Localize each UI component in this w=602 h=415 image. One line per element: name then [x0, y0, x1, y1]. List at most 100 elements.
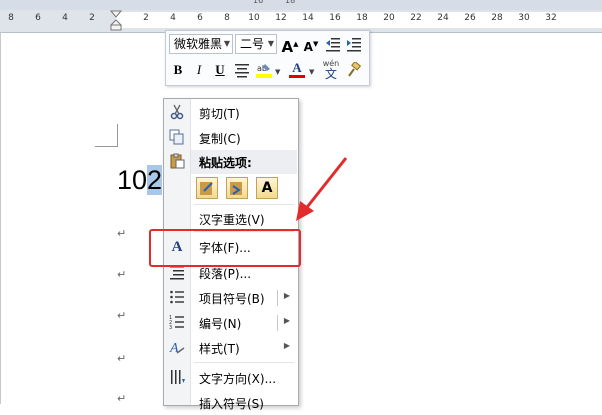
grow-font-button[interactable]: A▲	[280, 34, 300, 56]
paste-keep-formatting-button[interactable]	[196, 177, 218, 199]
chevron-down-icon[interactable]: ▼	[275, 68, 280, 76]
grow-font-icon: A▲	[281, 38, 299, 56]
ruler-number: 18	[356, 13, 368, 23]
center-align-button[interactable]	[232, 60, 252, 80]
menu-separator	[194, 204, 294, 205]
ruler-number: 6	[35, 13, 41, 23]
ruler-number: 6	[197, 13, 203, 23]
ruler-number: 20	[383, 13, 395, 23]
menu-item-insert-symbol[interactable]: 插入符号(S)	[164, 391, 298, 415]
highlight-annotation-box	[149, 229, 301, 267]
underline-button[interactable]: U	[210, 60, 230, 80]
red-arrow-icon	[296, 157, 348, 221]
indent-marker-icon[interactable]	[110, 10, 122, 32]
increase-indent-button[interactable]	[344, 34, 364, 54]
ruler-number: 4	[62, 13, 68, 23]
chevron-down-icon[interactable]: ▼	[309, 68, 314, 76]
paragraph-mark: ↵	[117, 268, 127, 281]
menu-item-bullets[interactable]: 项目符号(B) ▶	[164, 286, 298, 310]
highlight-button[interactable]: ab	[254, 60, 274, 80]
ruler-number: 12	[275, 13, 287, 23]
paste-text-only-letter: A	[261, 180, 273, 196]
ruler-number: 8	[8, 13, 14, 23]
split-divider	[277, 290, 278, 306]
ruler-number: 10	[248, 13, 260, 23]
font-name-value: 微软雅黑	[174, 37, 223, 51]
menu-item-text-direction[interactable]: 文字方向(X)...	[164, 366, 298, 390]
menu-separator	[194, 362, 294, 363]
bold-button[interactable]: B	[168, 60, 188, 80]
document-text[interactable]: 102	[117, 164, 163, 196]
phonetic-guide-button[interactable]: wén 文	[321, 58, 341, 81]
page-corner-mark	[95, 124, 118, 147]
selected-text[interactable]: 2	[147, 165, 163, 195]
menu-item-label: 文字方向(X)...	[199, 372, 277, 386]
menu-item-numbering[interactable]: 123 编号(N) ▶	[164, 311, 298, 335]
paragraph-mark: ↵	[117, 392, 127, 405]
font-color-bar	[289, 75, 305, 78]
paragraph-mark: ↵	[117, 309, 127, 322]
menu-item-reconvert[interactable]: 汉字重选(V)	[164, 207, 298, 231]
submenu-arrow-icon[interactable]: ▶	[284, 341, 290, 350]
shrink-font-button[interactable]: A▼	[301, 34, 321, 54]
chevron-down-icon: ▼	[267, 39, 274, 48]
menu-item-label: 复制(C)	[199, 132, 241, 146]
scissors-icon	[168, 104, 186, 122]
paste-merge-formatting-button[interactable]	[226, 177, 248, 199]
ruler-number: 8	[224, 13, 230, 23]
italic-button[interactable]: I	[189, 60, 209, 80]
mini-toolbar: 微软雅黑 ▼ 二号 ▼ A▲ A▼ B I U ab ▼ A ▼ wén 文	[165, 30, 370, 86]
format-painter-button[interactable]	[344, 60, 364, 80]
paragraph-mark: ↵	[117, 352, 127, 365]
top-ruler-number: 16	[253, 0, 264, 5]
ruler-number: 2	[143, 13, 149, 23]
ruler-number: 26	[464, 13, 476, 23]
text-direction-icon	[168, 369, 186, 387]
ruler-number: 14	[302, 13, 314, 23]
copy-icon	[168, 129, 186, 147]
text-unselected: 10	[117, 165, 148, 195]
split-divider	[277, 315, 278, 331]
ruler-number: 24	[437, 13, 449, 23]
menu-item-label: 段落(P)...	[199, 267, 252, 281]
font-size-combo[interactable]: 二号 ▼	[235, 34, 277, 54]
ruler-number: 16	[329, 13, 341, 23]
styles-icon: A	[168, 339, 186, 357]
font-color-letter: A	[292, 60, 302, 75]
menu-item-paste-options: 粘贴选项:	[164, 150, 298, 174]
submenu-arrow-icon[interactable]: ▶	[284, 316, 290, 325]
menu-item-styles[interactable]: A 样式(T) ▶	[164, 336, 298, 360]
paste-text-only-button[interactable]: A	[256, 177, 278, 199]
menu-item-cut[interactable]: 剪切(T)	[164, 101, 298, 125]
bullets-icon	[168, 289, 186, 307]
ruler-number: 28	[491, 13, 503, 23]
ruler-number: 2	[89, 13, 95, 23]
clipboard-icon	[168, 153, 186, 171]
menu-item-label: 编号(N)	[199, 317, 242, 331]
svg-text:3: 3	[169, 325, 172, 330]
shrink-font-icon: A▼	[303, 40, 319, 54]
increase-indent-icon	[347, 38, 361, 52]
paragraph-mark: ↵	[117, 227, 127, 240]
ruler-number: 22	[410, 13, 422, 23]
paste-keep-formatting-icon	[200, 182, 213, 195]
top-ruler-number: 18	[285, 0, 296, 5]
decrease-indent-button[interactable]	[323, 34, 343, 54]
decrease-indent-icon	[326, 38, 340, 52]
highlighter-icon: ab	[256, 64, 272, 78]
paste-merge-formatting-icon	[230, 182, 242, 195]
menu-item-label: 样式(T)	[199, 342, 240, 356]
numbering-icon: 123	[168, 314, 186, 332]
page-edge	[0, 33, 1, 404]
submenu-arrow-icon[interactable]: ▶	[284, 291, 290, 300]
font-color-button[interactable]: A	[287, 60, 307, 80]
phonetic-bottom: 文	[324, 67, 337, 81]
format-painter-icon	[348, 62, 362, 77]
menu-item-label: 汉字重选(V)	[199, 213, 265, 227]
font-size-value: 二号	[240, 37, 265, 51]
ribbon-bottom-strip: 16 18	[0, 0, 602, 10]
menu-item-copy[interactable]: 复制(C)	[164, 126, 298, 150]
font-name-combo[interactable]: 微软雅黑 ▼	[169, 34, 233, 54]
ruler-number: 4	[170, 13, 176, 23]
ruler-number: 30	[518, 13, 530, 23]
